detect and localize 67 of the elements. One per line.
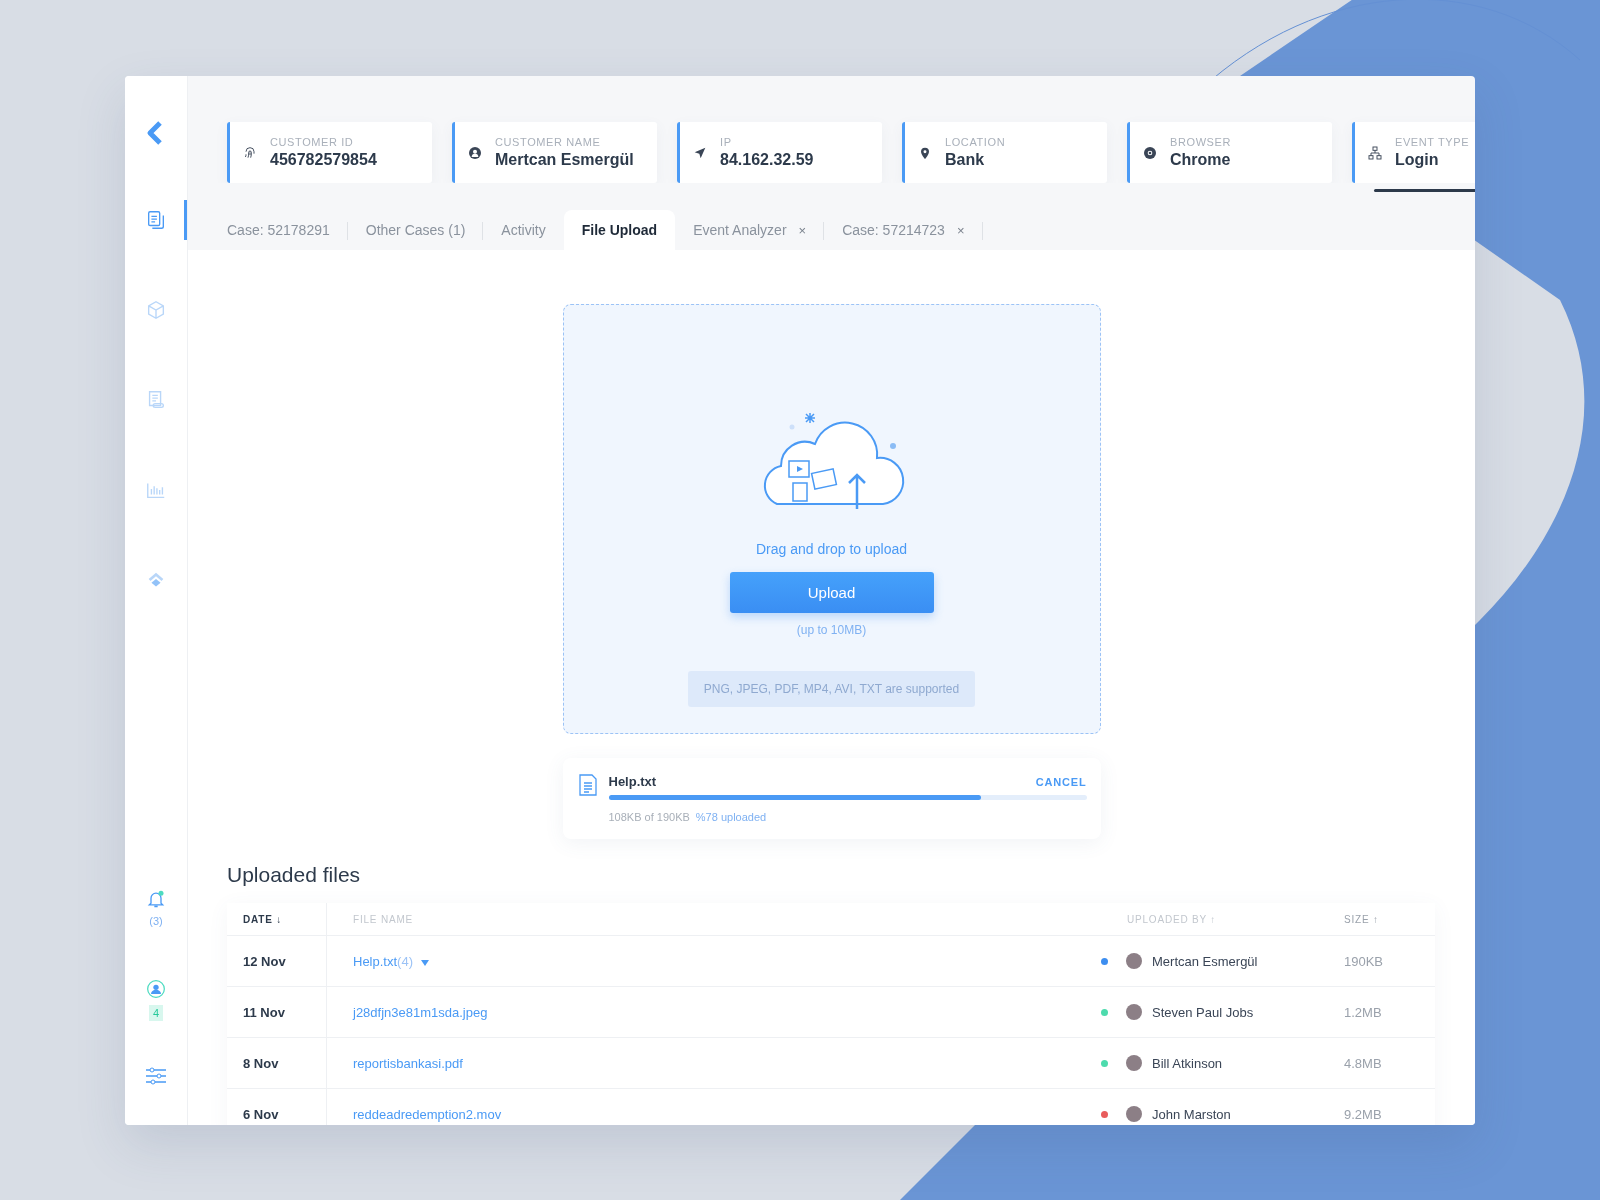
card-label: EVENT TYPE	[1395, 136, 1470, 148]
column-header[interactable]: UPLOADED BY ↑	[1127, 913, 1217, 925]
file-name: Help.txt	[608, 774, 657, 789]
uploader-name: Mertcan Esmergül	[1152, 953, 1258, 969]
tab[interactable]: Other Cases (1)	[347, 210, 484, 250]
drop-zone[interactable]: Drag and drop to upload Upload (up to 10MB) PNG, JPEG, PDF, MP4, AVI, TXT are supported	[562, 304, 1101, 734]
size-cell: 4.8MB	[1344, 1055, 1382, 1071]
date-cell: 11 Nov	[243, 1004, 285, 1020]
avatar	[1126, 1004, 1142, 1020]
fingerprint-icon	[242, 144, 258, 161]
card-value: Bank	[945, 151, 986, 169]
network-icon	[1367, 144, 1383, 161]
tab[interactable]: Case: 57214723 ×	[824, 210, 983, 250]
section-title: Uploaded files	[227, 863, 362, 887]
profile-badge: 4	[148, 1005, 164, 1021]
supported-formats: PNG, JPEG, PDF, MP4, AVI, TXT are supported	[687, 671, 976, 707]
tab[interactable]: Activity	[483, 210, 564, 250]
card-label: CUSTOMER ID	[270, 136, 355, 148]
close-icon[interactable]: ×	[798, 222, 807, 238]
card-label: LOCATION	[945, 136, 1006, 148]
cube-icon	[145, 299, 167, 321]
upload-button[interactable]: Upload	[729, 572, 934, 613]
avatar	[1126, 1106, 1142, 1122]
document-icon	[578, 774, 597, 796]
close-icon[interactable]: ×	[956, 222, 965, 238]
uploader-name: Bill Atkinson	[1152, 1055, 1223, 1071]
uploader-name: John Marston	[1152, 1106, 1231, 1122]
cancel-button[interactable]: CANCEL	[1035, 775, 1087, 788]
card-value: 456782579854	[270, 151, 377, 169]
file-link[interactable]: reddeadredemption2.mov	[353, 1106, 502, 1122]
date-cell: 12 Nov	[243, 953, 286, 969]
file-link[interactable]: Help.txt(4)	[353, 953, 413, 969]
browser-icon	[1142, 144, 1158, 161]
uploader-name: Steven Paul Jobs	[1152, 1004, 1254, 1020]
size-limit: (up to 10MB)	[796, 623, 867, 637]
file-link[interactable]: j28dfjn3e81m1sda.jpeg	[353, 1004, 488, 1020]
settings-icon[interactable]	[145, 1067, 167, 1085]
date-cell: 6 Nov	[243, 1106, 279, 1122]
drop-prompt: Drag and drop to upload	[756, 541, 907, 557]
user-icon	[467, 144, 483, 161]
notification-count: (3)	[149, 915, 163, 927]
bell-icon[interactable]	[146, 889, 166, 909]
card-value: 84.162.32.59	[720, 151, 814, 169]
card-value: Mertcan Esmergül	[495, 151, 634, 169]
avatar	[1126, 953, 1142, 969]
size-cell: 1.2MB	[1344, 1004, 1382, 1020]
size-cell: 190KB	[1344, 953, 1384, 969]
tab[interactable]: Event Analyzer ×	[675, 210, 825, 250]
upload-size: 108KB of 190KB	[608, 811, 690, 823]
file-link[interactable]: reportisbankasi.pdf	[353, 1055, 463, 1071]
documents-icon	[145, 209, 167, 231]
card-label: BROWSER	[1170, 136, 1232, 148]
tab[interactable]: Case: 52178291	[227, 210, 348, 250]
upload-percent: %78 uploaded	[695, 811, 767, 823]
tab[interactable]: File Upload	[563, 210, 676, 250]
card-value: Chrome	[1170, 151, 1232, 169]
column-header[interactable]: SIZE ↑	[1344, 913, 1379, 925]
card-label: IP	[720, 136, 733, 148]
size-cell: 9.2MB	[1344, 1106, 1382, 1122]
caret-icon[interactable]	[420, 959, 429, 966]
profile-icon[interactable]	[146, 979, 166, 999]
column-header[interactable]: FILE NAME	[353, 913, 413, 925]
card-value: Login	[1395, 151, 1440, 169]
date-cell: 8 Nov	[243, 1055, 279, 1071]
card-label: CUSTOMER NAME	[495, 136, 602, 148]
avatar	[1126, 1055, 1142, 1071]
column-header[interactable]: DATE ↓	[243, 913, 283, 925]
